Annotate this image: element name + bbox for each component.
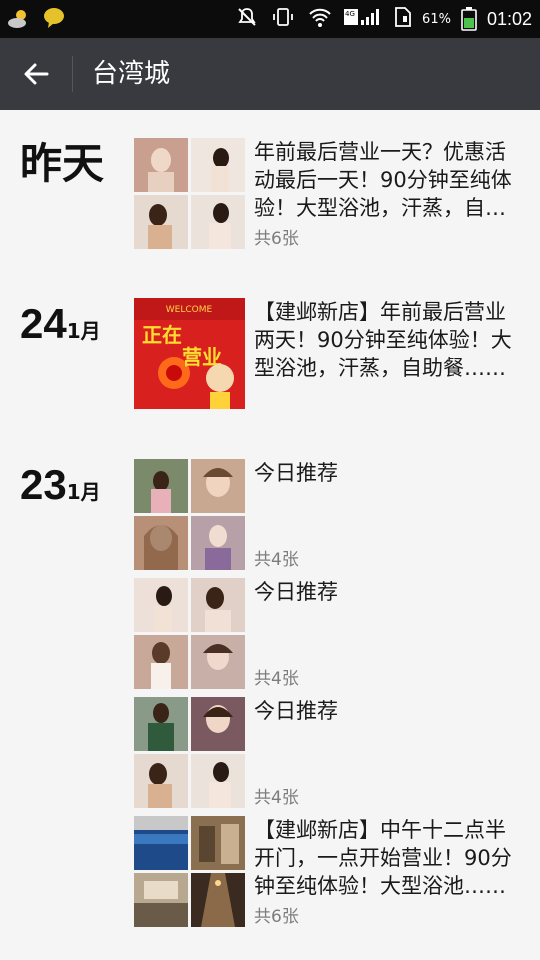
- photo-thumbnail: [191, 138, 245, 192]
- photo-grid: [134, 816, 245, 927]
- photo-thumbnail: [134, 516, 188, 570]
- photo-count: 共4张: [254, 788, 299, 808]
- photo-grid: [134, 578, 245, 689]
- svg-text:WELCOME: WELCOME: [166, 305, 213, 315]
- date-label: 231月: [20, 459, 101, 511]
- weather-icon: [6, 6, 32, 32]
- date-day: 23: [20, 461, 67, 508]
- post-caption: 今日推荐: [254, 580, 338, 604]
- photo-thumbnail: [191, 578, 245, 632]
- photo-grid: [134, 138, 245, 249]
- date-month: 1月: [66, 319, 101, 343]
- app-bar: 台湾城: [0, 38, 540, 110]
- photo-thumbnail: [191, 459, 245, 513]
- photo-thumbnail: [134, 578, 188, 632]
- date-label: 昨天: [20, 139, 105, 188]
- post-item[interactable]: 今日推荐 共4张: [134, 459, 524, 571]
- post-caption: 今日推荐: [254, 461, 338, 485]
- photo-thumbnail: [134, 816, 188, 870]
- photo-thumbnail: [134, 195, 188, 249]
- post-caption: 【建邺新店】年前最后营业两天！90分钟至纯体验！大型浴池，汗蒸，自助餐……: [254, 300, 512, 380]
- back-button[interactable]: [14, 54, 58, 94]
- photo-thumbnail: [134, 873, 188, 927]
- post-item[interactable]: 【建邺新店】中午十二点半开门，一点开始营业！90分钟至纯体验！大型浴池…… 共6…: [134, 816, 524, 928]
- photo-thumbnail: [134, 635, 188, 689]
- photo-thumbnail: [191, 516, 245, 570]
- photo-count: 共6张: [254, 907, 299, 927]
- date-day: 24: [20, 300, 67, 347]
- chat-bubble-icon: [42, 6, 68, 32]
- battery-percent: 61%: [422, 11, 451, 27]
- svg-text:4G: 4G: [345, 10, 355, 18]
- date-label: 241月: [20, 298, 101, 350]
- photo-thumbnail: [134, 138, 188, 192]
- photo-thumbnail: [191, 635, 245, 689]
- post-caption: 今日推荐: [254, 699, 338, 723]
- photo-grid: [134, 459, 245, 570]
- status-bar: 4G 61% 01:02: [0, 0, 540, 38]
- date-month: 1月: [66, 480, 101, 504]
- photo-count: 共6张: [254, 229, 299, 249]
- app-bar-divider: [72, 56, 73, 92]
- post-item[interactable]: 年前最后营业一天？优惠活动最后一天！90分钟至纯体验！大型浴池，汗蒸，自助餐………: [134, 138, 524, 250]
- photo-thumbnail: [191, 697, 245, 751]
- photo-thumbnail: [134, 459, 188, 513]
- photo-thumbnail: WELCOME 正在 营业: [134, 298, 245, 409]
- clock: 01:02: [486, 8, 532, 29]
- svg-text:正在: 正在: [142, 323, 182, 347]
- photo-grid: [134, 697, 245, 808]
- photo-thumbnail: [191, 195, 245, 249]
- vibrate-icon: [272, 6, 298, 32]
- photo-thumbnail: [191, 873, 245, 927]
- sim-icon: [394, 6, 412, 32]
- page-title: 台湾城: [92, 59, 171, 89]
- arrow-left-icon: [24, 63, 49, 85]
- post-item[interactable]: 今日推荐 共4张: [134, 578, 524, 690]
- post-timeline[interactable]: 昨天 年前最后营业一天？优惠活动最后一天！90分钟至纯体验！大型浴池，汗蒸，自助…: [0, 110, 540, 960]
- wifi-icon: [308, 6, 334, 32]
- post-caption: 【建邺新店】中午十二点半开门，一点开始营业！90分钟至纯体验！大型浴池……: [254, 818, 512, 898]
- photo-count: 共4张: [254, 669, 299, 689]
- photo-thumbnail: [191, 816, 245, 870]
- post-item[interactable]: 今日推荐 共4张: [134, 697, 524, 809]
- photo-count: 共4张: [254, 550, 299, 570]
- photo-thumbnail: [191, 754, 245, 808]
- photo-thumbnail: [134, 754, 188, 808]
- post-item[interactable]: WELCOME 正在 营业 【建邺新店】年前最后营业两天！90分钟至纯体验！大型…: [134, 298, 524, 410]
- post-caption: 年前最后营业一天？优惠活动最后一天！90分钟至纯体验！大型浴池，汗蒸，自助餐……: [254, 140, 512, 220]
- photo-thumbnail: [134, 697, 188, 751]
- battery-icon: [461, 6, 477, 32]
- signal-icon: 4G: [344, 6, 384, 32]
- mute-icon: [236, 6, 262, 32]
